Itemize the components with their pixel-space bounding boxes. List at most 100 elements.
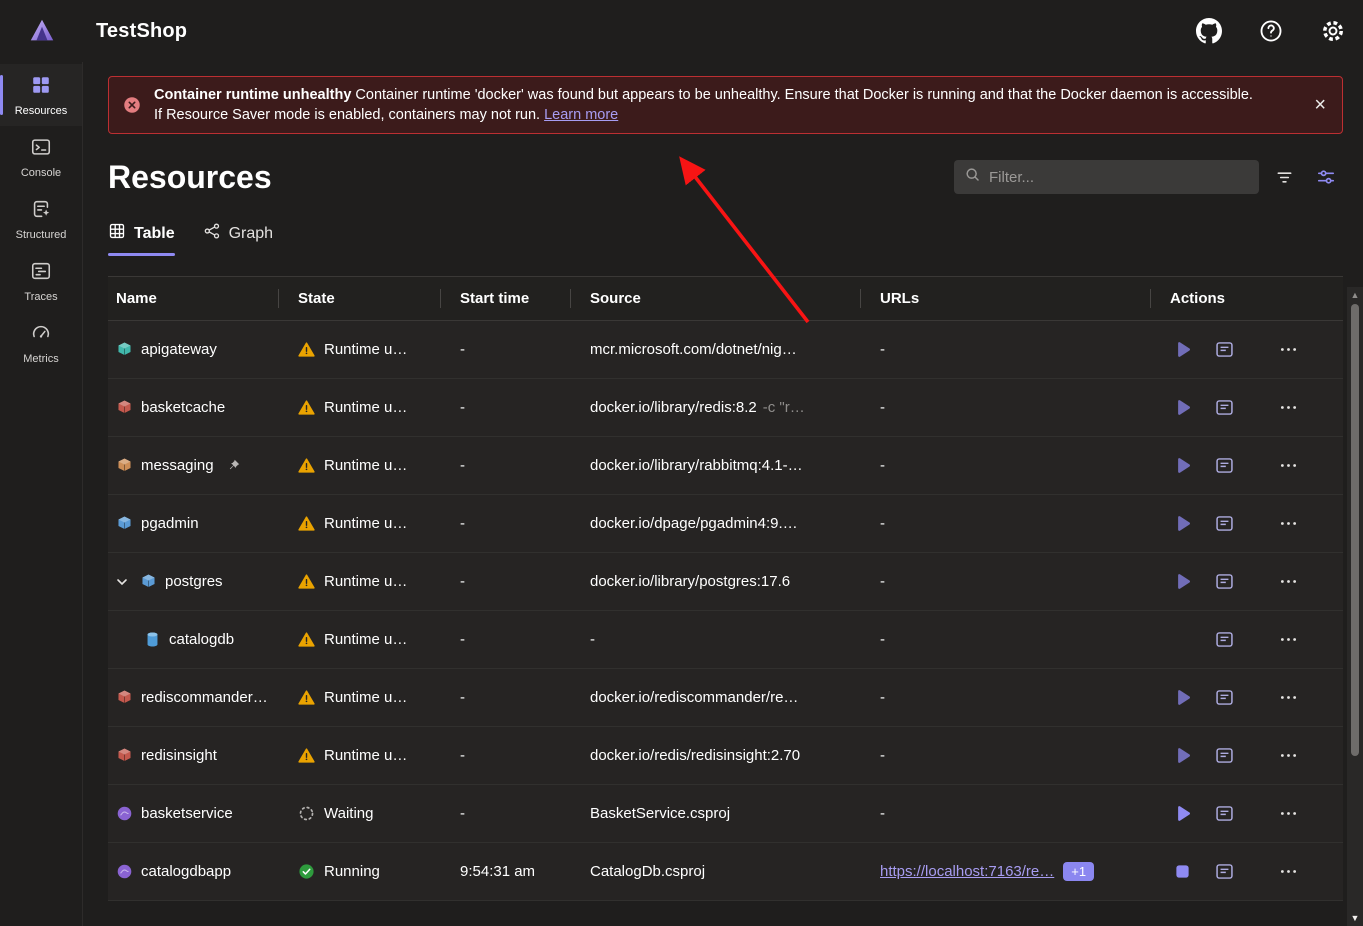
resource-name[interactable]: catalogdb	[169, 631, 234, 648]
table-row: redisinsight Runtime u… - docker.io/redi…	[108, 727, 1343, 785]
state-text: Waiting	[324, 805, 373, 822]
stop-icon[interactable]	[1170, 860, 1194, 884]
start-icon[interactable]	[1170, 744, 1194, 768]
column-header-urls: URLs	[860, 277, 1150, 320]
table-row: apigateway Runtime u… - mcr.microsoft.co…	[108, 321, 1343, 379]
more-actions-icon[interactable]	[1276, 512, 1300, 536]
console-logs-icon[interactable]	[1212, 396, 1236, 420]
more-actions-icon[interactable]	[1276, 686, 1300, 710]
settings-icon[interactable]	[1317, 15, 1349, 47]
source-text: docker.io/library/redis:8.2	[590, 399, 757, 416]
more-actions-icon[interactable]	[1276, 338, 1300, 362]
start-icon[interactable]	[1170, 454, 1194, 478]
urls-text: -	[860, 727, 1150, 784]
page-title: Resources	[108, 159, 272, 196]
console-logs-icon[interactable]	[1212, 860, 1236, 884]
sidebar-item-resources[interactable]: Resources	[0, 64, 82, 126]
scrollbar-down-arrow-icon[interactable]: ▼	[1347, 913, 1363, 923]
sidebar-item-traces[interactable]: Traces	[0, 250, 82, 312]
console-icon	[30, 136, 52, 163]
console-logs-icon[interactable]	[1212, 802, 1236, 826]
view-tabs: Table Graph	[108, 222, 1343, 256]
state-text: Runtime u…	[324, 515, 407, 532]
console-logs-icon[interactable]	[1212, 454, 1236, 478]
chevron-down-icon[interactable]	[114, 574, 130, 590]
resource-name[interactable]: basketservice	[141, 805, 233, 822]
more-actions-icon[interactable]	[1276, 802, 1300, 826]
state-text: Runtime u…	[324, 631, 407, 648]
graph-nodes-icon	[203, 222, 221, 245]
column-header-state: State	[278, 277, 440, 320]
console-logs-icon[interactable]	[1212, 686, 1236, 710]
url-count-badge[interactable]: +1	[1063, 862, 1094, 881]
resource-name[interactable]: redisinsight	[141, 747, 217, 764]
more-actions-icon[interactable]	[1276, 860, 1300, 884]
more-actions-icon[interactable]	[1276, 570, 1300, 594]
search-icon	[964, 166, 981, 188]
start-icon[interactable]	[1170, 802, 1194, 826]
scrollbar-thumb[interactable]	[1351, 304, 1359, 756]
console-logs-icon[interactable]	[1212, 744, 1236, 768]
column-options-icon[interactable]	[1309, 161, 1343, 193]
urls-text: -	[860, 669, 1150, 726]
start-time: -	[440, 553, 570, 610]
start-icon[interactable]	[1170, 686, 1194, 710]
console-logs-icon[interactable]	[1212, 512, 1236, 536]
sidebar-item-metrics[interactable]: Metrics	[0, 312, 82, 374]
container-icon	[116, 689, 133, 706]
filter-input[interactable]	[989, 169, 1249, 186]
more-actions-icon[interactable]	[1276, 628, 1300, 652]
resource-name[interactable]: postgres	[165, 573, 223, 590]
start-icon[interactable]	[1170, 338, 1194, 362]
tab-graph[interactable]: Graph	[203, 222, 273, 256]
source-args-text: -c "r…	[763, 399, 805, 416]
table-grid-icon	[108, 222, 126, 245]
learn-more-link[interactable]: Learn more	[544, 107, 618, 123]
tab-table[interactable]: Table	[108, 222, 175, 256]
warning-icon	[298, 747, 315, 764]
start-time: -	[440, 785, 570, 842]
banner-line2: If Resource Saver mode is enabled, conta…	[154, 107, 540, 123]
banner-close-icon[interactable]: ×	[1314, 95, 1326, 115]
console-logs-icon[interactable]	[1212, 570, 1236, 594]
page-head: Resources	[108, 156, 1343, 198]
resource-name[interactable]: messaging	[141, 457, 214, 474]
resources-table: Name State Start time Source URLs Action…	[108, 276, 1343, 901]
resource-url-link[interactable]: https://localhost:7163/re…	[880, 863, 1054, 880]
state-text: Runtime u…	[324, 457, 407, 474]
urls-text: -	[860, 437, 1150, 494]
warning-icon	[298, 689, 315, 706]
resource-name[interactable]: catalogdbapp	[141, 863, 231, 880]
head-toolbar	[954, 160, 1343, 194]
error-icon	[123, 96, 141, 114]
more-actions-icon[interactable]	[1276, 744, 1300, 768]
table-row: catalogdbapp Running 9:54:31 am CatalogD…	[108, 843, 1343, 901]
start-icon[interactable]	[1170, 396, 1194, 420]
sidebar-item-console[interactable]: Console	[0, 126, 82, 188]
container-icon	[116, 399, 133, 416]
scrollbar-up-arrow-icon[interactable]: ▲	[1347, 290, 1363, 300]
console-logs-icon[interactable]	[1212, 628, 1236, 652]
console-logs-icon[interactable]	[1212, 338, 1236, 362]
resource-name[interactable]: pgadmin	[141, 515, 199, 532]
source-text: docker.io/rediscommander/re…	[590, 689, 798, 706]
resource-name[interactable]: rediscommander…	[141, 689, 268, 706]
more-actions-icon[interactable]	[1276, 396, 1300, 420]
start-icon[interactable]	[1170, 570, 1194, 594]
banner-message: Container runtime unhealthy Container ru…	[154, 85, 1253, 125]
warning-icon	[298, 515, 315, 532]
help-icon[interactable]	[1255, 15, 1287, 47]
resource-name[interactable]: apigateway	[141, 341, 217, 358]
github-icon[interactable]	[1193, 15, 1225, 47]
table-header-row: Name State Start time Source URLs Action…	[108, 277, 1343, 321]
filter-funnel-icon[interactable]	[1267, 161, 1301, 193]
start-time: -	[440, 437, 570, 494]
more-actions-icon[interactable]	[1276, 454, 1300, 478]
traces-icon	[30, 260, 52, 287]
urls-text: -	[860, 611, 1150, 668]
scrollbar[interactable]: ▲ ▼	[1347, 287, 1363, 926]
start-icon[interactable]	[1170, 512, 1194, 536]
warning-icon	[298, 631, 315, 648]
resource-name[interactable]: basketcache	[141, 399, 225, 416]
sidebar-item-structured[interactable]: Structured	[0, 188, 82, 250]
